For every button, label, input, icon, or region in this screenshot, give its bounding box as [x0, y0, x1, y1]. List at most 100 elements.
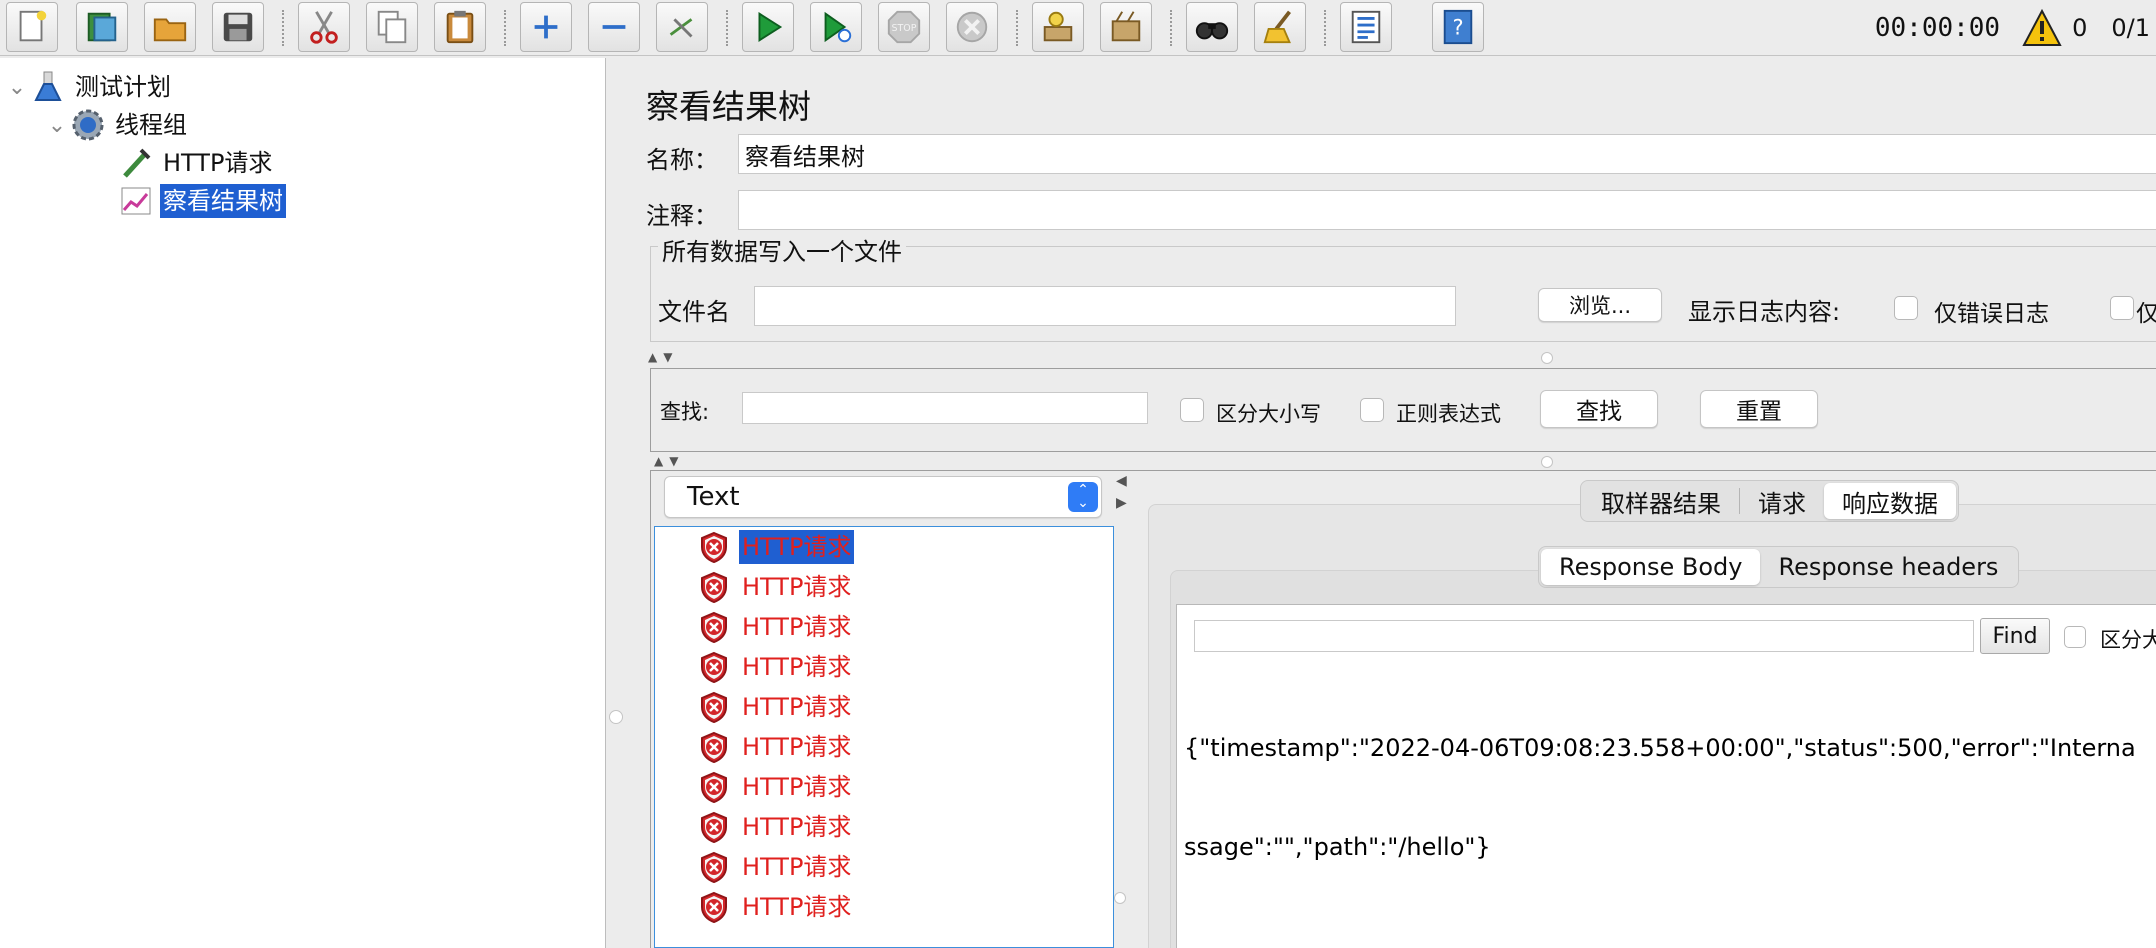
new-icon[interactable]: [6, 2, 58, 52]
result-item[interactable]: HTTP请求: [699, 729, 854, 765]
result-item[interactable]: HTTP请求: [699, 889, 854, 925]
error-shield-icon: [699, 651, 729, 684]
listener-icon: [118, 183, 154, 219]
tree-item-test-plan[interactable]: ⌄ 测试计划: [4, 68, 174, 106]
toggle-icon[interactable]: [656, 2, 708, 52]
browse-button[interactable]: 浏览...: [1538, 288, 1662, 322]
elapsed-timer: 00:00:00: [1874, 13, 2001, 43]
find-button[interactable]: 查找: [1540, 390, 1658, 428]
result-item[interactable]: HTTP请求: [699, 649, 854, 685]
collapse-icon[interactable]: [588, 2, 640, 52]
tree-item-label: 测试计划: [75, 73, 171, 101]
split-collapse-arrows[interactable]: ◀ ▶: [1116, 470, 1127, 514]
svg-text:STOP: STOP: [891, 23, 916, 34]
result-item[interactable]: HTTP请求: [699, 769, 854, 805]
comment-field[interactable]: [738, 190, 2156, 230]
search-input[interactable]: [742, 392, 1148, 424]
error-shield-icon: [699, 851, 729, 884]
shutdown-icon[interactable]: [946, 2, 998, 52]
test-plan-tree: ⌄ 测试计划 ⌄ 线程组 HTTP请求 察看结果树: [0, 58, 606, 948]
error-shield-icon: [699, 531, 729, 564]
error-shield-icon: [699, 691, 729, 724]
save-icon[interactable]: [212, 2, 264, 52]
regex-checkbox[interactable]: [1360, 398, 1384, 422]
test-plan-icon: [30, 69, 66, 105]
regex-label: 正则表达式: [1396, 402, 1501, 426]
tab-sampler-result[interactable]: 取样器结果: [1583, 483, 1739, 519]
errors-only-label: 仅错误日志: [1934, 301, 2049, 327]
renderer-select[interactable]: Text ⌃ ⌄: [664, 476, 1102, 518]
response-find-input[interactable]: [1194, 620, 1974, 652]
expand-icon[interactable]: [520, 2, 572, 52]
filename-field[interactable]: [754, 286, 1456, 326]
splitter-arrows[interactable]: ▲▼: [654, 454, 684, 468]
search-icon[interactable]: [1186, 2, 1238, 52]
tab-response-data[interactable]: 响应数据: [1824, 483, 1956, 519]
result-item[interactable]: HTTP请求: [699, 569, 854, 605]
result-item[interactable]: HTTP请求: [699, 609, 854, 645]
splitter-handle[interactable]: [1541, 456, 1553, 468]
status-area: 00:00:00 0 0/1: [1875, 0, 2156, 56]
http-sampler-icon: [118, 145, 154, 181]
response-body-line: ssage":"","path":"/hello"}: [1184, 833, 1491, 861]
splitter-handle[interactable]: [1541, 352, 1553, 364]
result-item[interactable]: HTTP请求: [699, 529, 855, 565]
result-item[interactable]: HTTP请求: [699, 809, 854, 845]
detail-tabs: 取样器结果 请求 响应数据: [1580, 480, 1959, 522]
page-title: 察看结果树: [646, 87, 811, 126]
start-no-pauses-icon[interactable]: [810, 2, 862, 52]
renderer-select-value: Text: [687, 482, 740, 512]
result-item-label: HTTP请求: [742, 573, 852, 601]
warning-count: 0: [2072, 14, 2088, 42]
filename-label: 文件名: [658, 298, 730, 326]
response-body-line: {"timestamp":"2022-04-06T09:08:23.558+00…: [1184, 734, 2136, 762]
results-list[interactable]: HTTP请求 HTTP请求 HTTP请求 HTTP请求 HTTP请求 HTTP请…: [654, 526, 1114, 948]
splitter-handle[interactable]: [1114, 892, 1126, 904]
chevron-down-icon[interactable]: ⌄: [44, 113, 70, 138]
file-group-title: 所有数据写入一个文件: [658, 232, 906, 267]
case-sensitive-label: 区分大小写: [1216, 402, 1321, 426]
clear-icon[interactable]: [1032, 2, 1084, 52]
warning-icon[interactable]: [2022, 9, 2062, 47]
help-icon[interactable]: ?: [1432, 2, 1484, 52]
response-find-button[interactable]: Find: [1980, 618, 2050, 654]
start-icon[interactable]: [742, 2, 794, 52]
error-shield-icon: [699, 891, 729, 924]
name-field[interactable]: 察看结果树: [738, 134, 2156, 174]
result-item[interactable]: HTTP请求: [699, 689, 854, 725]
tree-item-thread-group[interactable]: ⌄ 线程组: [44, 106, 190, 144]
paste-icon[interactable]: [434, 2, 486, 52]
clear-all-icon[interactable]: [1100, 2, 1152, 52]
successes-only-label: 仅: [2136, 301, 2156, 327]
result-item[interactable]: HTTP请求: [699, 849, 854, 885]
stop-icon[interactable]: STOP: [878, 2, 930, 52]
errors-only-checkbox[interactable]: [1894, 296, 1918, 320]
reset-button[interactable]: 重置: [1700, 390, 1818, 428]
result-item-label: HTTP请求: [742, 693, 852, 721]
tab-response-body[interactable]: Response Body: [1541, 549, 1761, 585]
cut-icon[interactable]: [298, 2, 350, 52]
reset-search-icon[interactable]: [1254, 2, 1306, 52]
tree-item-label: 线程组: [115, 111, 187, 139]
result-item-label: HTTP请求: [742, 893, 852, 921]
result-item-label: HTTP请求: [742, 613, 852, 641]
comment-label: 注释：: [646, 202, 718, 230]
tree-item-http-request[interactable]: HTTP请求: [92, 144, 275, 182]
tab-response-headers[interactable]: Response headers: [1760, 549, 2016, 585]
tab-request[interactable]: 请求: [1740, 483, 1824, 519]
open-icon[interactable]: [144, 2, 196, 52]
splitter-arrows[interactable]: ▲▼: [648, 350, 678, 364]
response-case-checkbox[interactable]: [2064, 626, 2086, 648]
templates-icon[interactable]: [76, 2, 128, 52]
copy-icon[interactable]: [366, 2, 418, 52]
case-sensitive-checkbox[interactable]: [1180, 398, 1204, 422]
response-subtabs: Response Body Response headers: [1538, 546, 2020, 588]
error-shield-icon: [699, 571, 729, 604]
function-helper-icon[interactable]: [1340, 2, 1392, 52]
chevron-down-icon[interactable]: ⌄: [4, 75, 30, 100]
log-content-label: 显示日志内容:: [1688, 298, 1841, 326]
toolbar: STOP ? 00:00:00 0 0/1: [0, 0, 2156, 56]
tree-item-view-results-tree[interactable]: 察看结果树: [92, 182, 286, 220]
response-body-text[interactable]: {"timestamp":"2022-04-06T09:08:23.558+00…: [1184, 666, 2156, 897]
successes-only-checkbox[interactable]: [2110, 296, 2134, 320]
